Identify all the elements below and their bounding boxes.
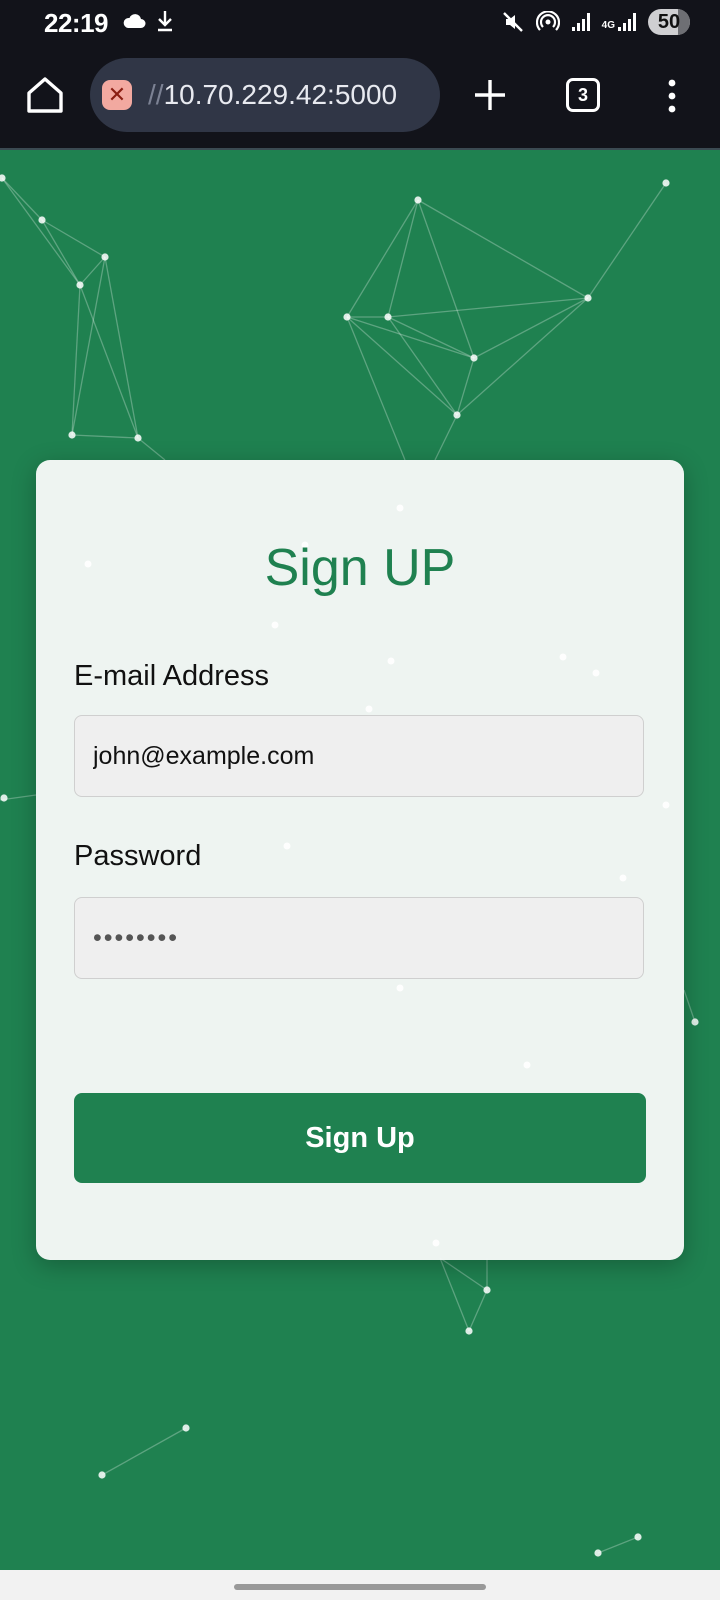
battery-level: 50 — [657, 11, 681, 33]
signal-icon — [618, 13, 636, 31]
page-title: Sign UP — [264, 539, 456, 597]
new-tab-icon[interactable] — [470, 75, 510, 115]
gesture-nav-bar — [0, 1570, 720, 1600]
signup-button[interactable]: Sign Up — [74, 1093, 646, 1183]
signal-icon — [571, 13, 590, 31]
tab-count: 3 — [577, 85, 588, 105]
browser-toolbar: ✕ //10.70.229.42:5000 3 — [0, 48, 720, 150]
signup-card: Sign UP E-mail Address Password Sign Up — [36, 460, 684, 1260]
battery-icon: 50 — [648, 9, 690, 35]
email-label: E-mail Address — [74, 660, 270, 692]
url-host: 10.70.229.42:5000 — [163, 79, 398, 110]
address-bar[interactable]: ✕ //10.70.229.42:5000 — [90, 58, 440, 132]
status-bar: 22:19 4G 50 — [0, 0, 720, 48]
password-field[interactable] — [74, 897, 644, 979]
email-field[interactable] — [74, 715, 644, 797]
not-secure-icon[interactable]: ✕ — [102, 80, 132, 110]
hotspot-icon — [535, 11, 560, 31]
network-type: 4G — [601, 20, 615, 31]
home-gesture-handle[interactable] — [234, 1584, 486, 1590]
menu-icon[interactable] — [662, 78, 682, 114]
url-text[interactable]: //10.70.229.42:5000 — [148, 79, 397, 111]
download-icon — [158, 11, 172, 32]
tabs-icon[interactable]: 3 — [566, 78, 600, 112]
mute-icon — [502, 12, 523, 32]
cloud-icon — [123, 14, 146, 28]
url-scheme: // — [148, 79, 164, 110]
status-icons-right: 4G 50 — [502, 9, 690, 35]
status-time: 22:19 — [44, 8, 109, 38]
status-icons-left — [122, 10, 174, 32]
home-icon[interactable] — [24, 74, 66, 116]
password-label: Password — [74, 840, 202, 872]
